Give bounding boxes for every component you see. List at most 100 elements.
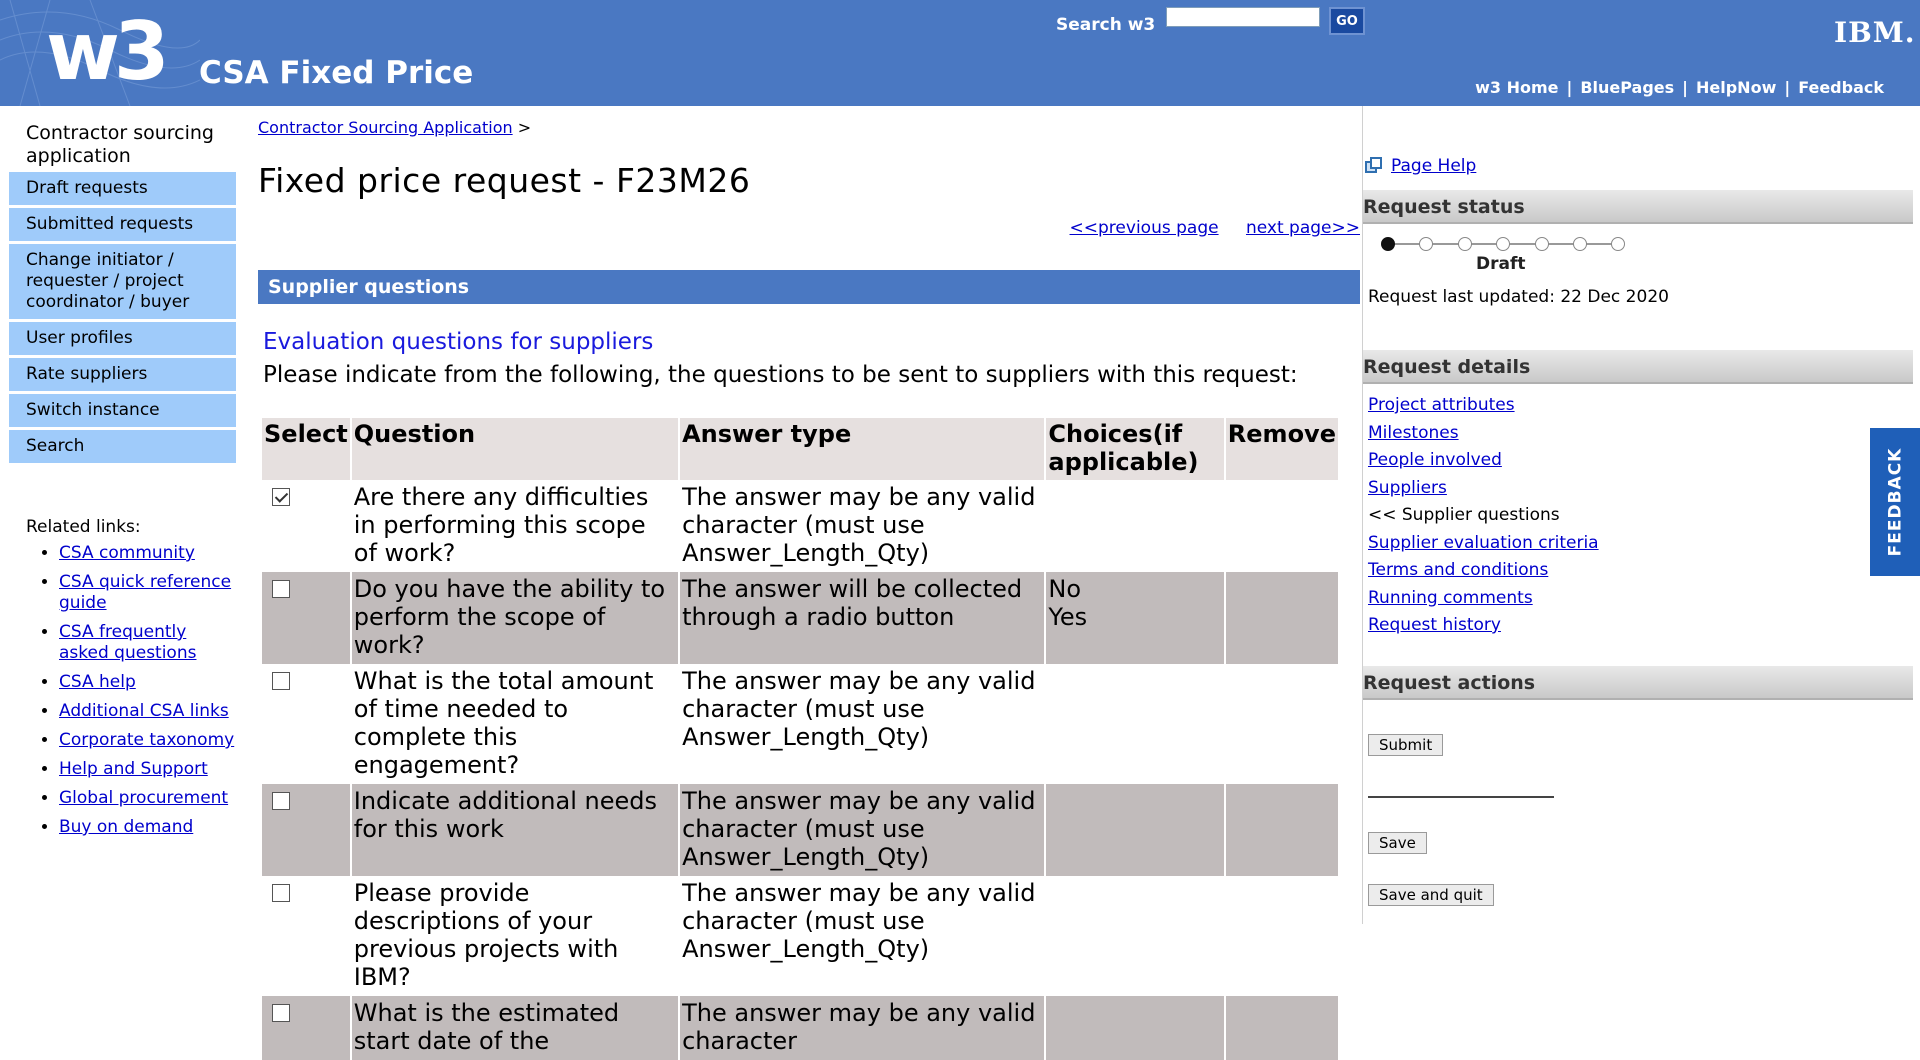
answer-type-cell: The answer may be any valid character (m… xyxy=(682,483,1036,567)
table-row: What is the total amount of time needed … xyxy=(262,664,1338,784)
right-panel: Page Help Request status Draft Request l… xyxy=(1362,106,1913,924)
header-answer-type: Answer type xyxy=(680,418,1045,480)
select-checkbox[interactable] xyxy=(272,672,290,690)
page-help[interactable]: Page Help xyxy=(1365,156,1476,176)
masthead: w3 CSA Fixed Price Search w3 GO IBM. w3 … xyxy=(0,0,1920,106)
nav-title: Contractor sourcing application xyxy=(26,122,214,167)
select-cell xyxy=(262,996,350,1060)
related-link-additional[interactable]: Additional CSA links xyxy=(59,701,229,721)
nav-item-switch-instance[interactable]: Switch instance xyxy=(9,394,236,427)
evaluation-description: Please indicate from the following, the … xyxy=(263,362,1298,388)
previous-page-link[interactable]: <<previous page xyxy=(1070,218,1219,238)
choices-cell xyxy=(1046,876,1223,996)
status-step xyxy=(1611,237,1625,251)
request-actions-header: Request actions xyxy=(1363,666,1913,700)
status-step xyxy=(1458,237,1472,251)
related-link-item: CSA frequently asked questions xyxy=(59,622,236,664)
nav-item-rate-suppliers[interactable]: Rate suppliers xyxy=(9,358,236,391)
questions-table: Select Question Answer type Choices(if a… xyxy=(260,418,1340,1060)
detail-milestones[interactable]: Milestones xyxy=(1368,423,1459,443)
related-link-quick-reference[interactable]: CSA quick reference guide xyxy=(59,572,231,613)
related-link-faq[interactable]: CSA frequently asked questions xyxy=(59,622,196,663)
choices-cell xyxy=(1046,664,1223,784)
breadcrumb-separator: > xyxy=(517,118,532,137)
related-link-item: Global procurement xyxy=(59,788,236,809)
breadcrumb-link[interactable]: Contractor Sourcing Application xyxy=(258,118,513,137)
question-cell: Indicate additional needs for this work xyxy=(351,784,679,876)
page-help-link[interactable]: Page Help xyxy=(1391,156,1476,176)
related-link-buy-on-demand[interactable]: Buy on demand xyxy=(59,817,193,837)
related-links-title: Related links: xyxy=(26,517,141,537)
related-link-item: Help and Support xyxy=(59,759,236,780)
nav-item-search[interactable]: Search xyxy=(9,430,236,463)
left-navigation: Contractor sourcing application Draft re… xyxy=(9,122,236,846)
table-row: What is the estimated start date of the T… xyxy=(262,996,1338,1060)
link-w3-home[interactable]: w3 Home xyxy=(1467,78,1566,97)
detail-request-history[interactable]: Request history xyxy=(1368,615,1501,635)
select-cell xyxy=(262,784,350,876)
link-bluepages[interactable]: BluePages xyxy=(1572,78,1682,97)
choices-cell xyxy=(1046,784,1224,876)
remove-cell xyxy=(1225,996,1338,1060)
choices-cell: No Yes xyxy=(1046,572,1224,664)
detail-people-involved[interactable]: People involved xyxy=(1368,450,1502,470)
go-button[interactable]: GO xyxy=(1329,7,1365,35)
link-feedback[interactable]: Feedback xyxy=(1790,78,1892,97)
related-link-csa-help[interactable]: CSA help xyxy=(59,672,136,692)
question-cell: Please provide descriptions of your prev… xyxy=(353,879,619,991)
status-label: Draft xyxy=(1476,254,1526,274)
header-question: Question xyxy=(351,418,679,480)
related-link-help-support[interactable]: Help and Support xyxy=(59,759,208,779)
link-helpnow[interactable]: HelpNow xyxy=(1688,78,1784,97)
submit-button[interactable]: Submit xyxy=(1368,734,1444,756)
detail-suppliers[interactable]: Suppliers xyxy=(1368,478,1447,498)
remove-cell xyxy=(1226,876,1338,996)
nav-item-user-profiles[interactable]: User profiles xyxy=(9,322,236,355)
remove-cell xyxy=(1226,664,1338,784)
site-title: CSA Fixed Price xyxy=(199,55,474,91)
question-cell: Are there any difficulties in performing… xyxy=(353,483,649,567)
save-and-quit-button[interactable]: Save and quit xyxy=(1368,884,1494,906)
header-select: Select xyxy=(262,418,350,480)
detail-project-attributes[interactable]: Project attributes xyxy=(1368,395,1515,415)
select-checkbox[interactable] xyxy=(272,1004,290,1022)
actions-divider xyxy=(1368,796,1554,798)
evaluation-title: Evaluation questions for suppliers xyxy=(263,329,654,355)
related-links-list: CSA community CSA quick reference guide … xyxy=(9,543,236,838)
related-link-item: Additional CSA links xyxy=(59,701,236,722)
related-link-taxonomy[interactable]: Corporate taxonomy xyxy=(59,730,234,750)
related-link-global-procurement[interactable]: Global procurement xyxy=(59,788,228,808)
table-row: Indicate additional needs for this work T… xyxy=(262,784,1338,876)
select-checkbox[interactable] xyxy=(272,580,290,598)
detail-running-comments[interactable]: Running comments xyxy=(1368,588,1533,608)
nav-item-draft-requests[interactable]: Draft requests xyxy=(9,172,236,205)
save-button[interactable]: Save xyxy=(1368,832,1427,854)
related-link-csa-community[interactable]: CSA community xyxy=(59,543,195,563)
page-help-icon xyxy=(1365,157,1383,175)
answer-type-cell: The answer may be any valid character (m… xyxy=(680,784,1045,876)
request-details-list: Project attributes Milestones People inv… xyxy=(1368,392,1599,640)
questions-body: Are there any difficulties in performing… xyxy=(262,480,1338,1060)
search-input[interactable] xyxy=(1166,7,1320,27)
next-page-link[interactable]: next page>> xyxy=(1246,218,1360,238)
status-progress xyxy=(1381,236,1625,252)
detail-terms-and-conditions[interactable]: Terms and conditions xyxy=(1368,560,1548,580)
select-checkbox[interactable] xyxy=(272,488,290,506)
question-cell: What is the estimated start date of the xyxy=(351,996,679,1060)
page-title: Fixed price request - F23M26 xyxy=(258,161,751,200)
select-cell xyxy=(262,664,350,784)
last-updated: Request last updated: 22 Dec 2020 xyxy=(1368,287,1669,307)
nav-item-change-initiator[interactable]: Change initiator / requester / project c… xyxy=(9,244,236,319)
select-checkbox[interactable] xyxy=(272,884,290,902)
remove-cell xyxy=(1225,784,1338,876)
select-checkbox[interactable] xyxy=(272,792,290,810)
select-cell xyxy=(262,480,350,572)
w3-logo[interactable]: w3 xyxy=(46,12,170,92)
answer-type-cell: The answer will be collected through a r… xyxy=(680,572,1045,664)
detail-supplier-evaluation-criteria[interactable]: Supplier evaluation criteria xyxy=(1368,533,1599,553)
feedback-tab-label: FEEDBACK xyxy=(1885,447,1905,557)
feedback-tab[interactable]: FEEDBACK xyxy=(1870,428,1920,576)
ibm-logo[interactable]: IBM. xyxy=(1834,16,1916,49)
question-cell: What is the total amount of time needed … xyxy=(353,667,654,779)
nav-item-submitted-requests[interactable]: Submitted requests xyxy=(9,208,236,241)
